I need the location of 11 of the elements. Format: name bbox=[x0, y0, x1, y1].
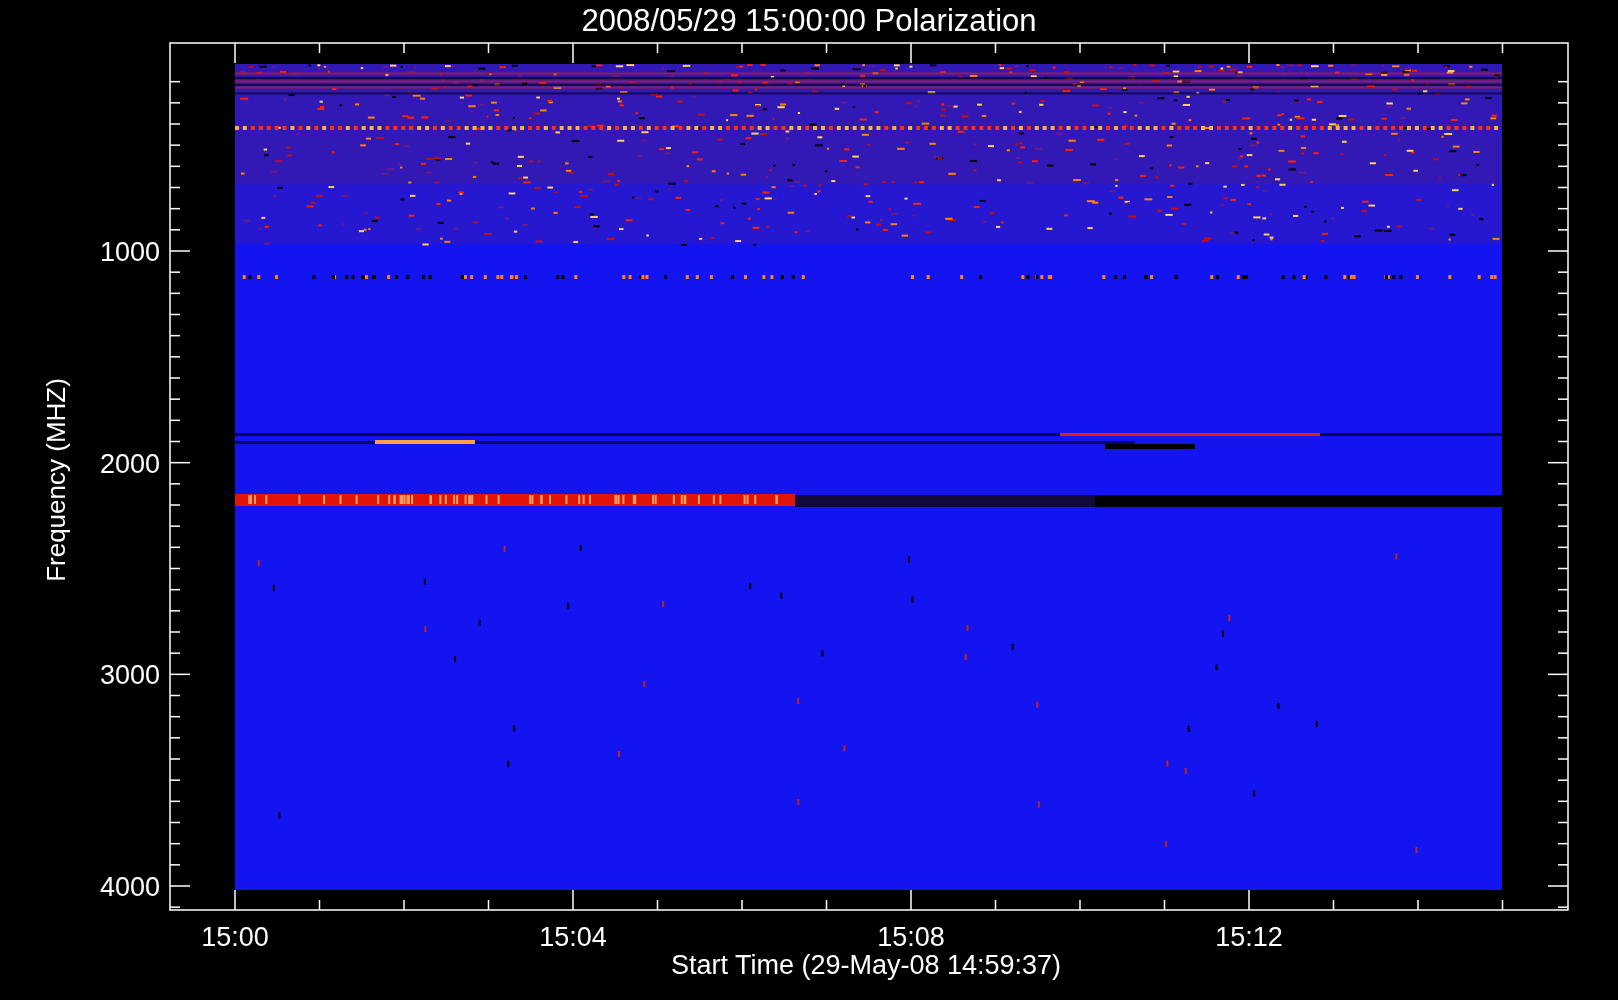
y-tick-label: 1000 bbox=[99, 237, 160, 267]
x-axis-label: Start Time (29-May-08 14:59:37) bbox=[670, 950, 1062, 980]
x-tick-label: 15:04 bbox=[539, 922, 607, 952]
x-tick-label: 15:08 bbox=[877, 922, 945, 952]
x-tick-label: 15:00 bbox=[201, 922, 269, 952]
y-tick-label: 2000 bbox=[99, 448, 160, 479]
y-axis-label: Frequency (MHZ) bbox=[41, 378, 71, 582]
chart-title: 2008/05/29 15:00:00 Polarization bbox=[581, 3, 1037, 38]
y-tick-label: 3000 bbox=[99, 660, 160, 691]
x-tick-label: 15:12 bbox=[1215, 922, 1283, 952]
y-tick-label: 4000 bbox=[99, 872, 160, 902]
